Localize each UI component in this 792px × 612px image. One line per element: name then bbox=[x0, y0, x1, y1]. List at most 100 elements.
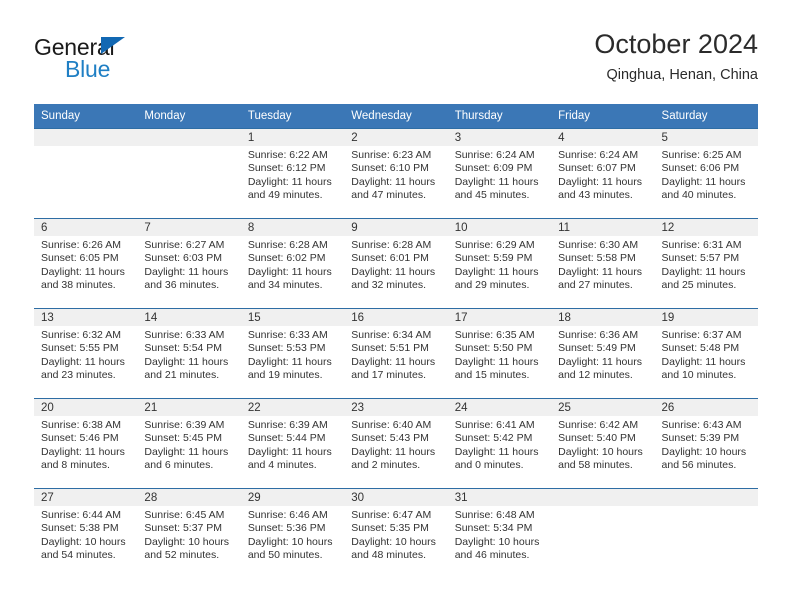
day-cell-inner: 7 Sunrise: 6:27 AM Sunset: 6:03 PM Daylight… bbox=[137, 219, 241, 307]
day-number: 4 bbox=[551, 129, 655, 146]
day-number: 14 bbox=[137, 309, 241, 326]
weekday-header-thursday: Thursday bbox=[447, 104, 552, 129]
sunset-text: Sunset: 5:34 PM bbox=[454, 522, 533, 535]
day-number bbox=[551, 489, 655, 506]
calendar-day-cell[interactable]: 21 Sunrise: 6:39 AM Sunset: 5:45 PM Dayligh… bbox=[137, 398, 241, 489]
calendar-day-cell-empty bbox=[34, 128, 138, 219]
day-number: 10 bbox=[447, 219, 552, 236]
calendar-day-cell[interactable]: 22 Sunrise: 6:39 AM Sunset: 5:44 PM Dayligh… bbox=[240, 398, 345, 489]
generalblue-logo[interactable]: General Blue bbox=[34, 34, 214, 90]
calendar-week-row: 1 Sunrise: 6:22 AM Sunset: 6:12 PM Daylight… bbox=[34, 128, 758, 219]
day-number: 3 bbox=[447, 129, 552, 146]
calendar-day-cell[interactable]: 4 Sunrise: 6:24 AM Sunset: 6:07 PM Daylight… bbox=[551, 128, 655, 219]
calendar-day-cell[interactable]: 13 Sunrise: 6:32 AM Sunset: 5:55 PM Dayligh… bbox=[34, 308, 138, 399]
calendar-day-cell[interactable]: 17 Sunrise: 6:35 AM Sunset: 5:50 PM Dayligh… bbox=[447, 308, 552, 399]
calendar-day-cell[interactable]: 15 Sunrise: 6:33 AM Sunset: 5:53 PM Dayligh… bbox=[240, 308, 345, 399]
sunrise-text: Sunrise: 6:41 AM bbox=[454, 419, 535, 431]
sunset-text: Sunset: 6:06 PM bbox=[661, 162, 740, 175]
sunrise-text: Sunrise: 6:39 AM bbox=[144, 419, 225, 431]
calendar-day-cell[interactable]: 30 Sunrise: 6:47 AM Sunset: 5:35 PM Dayligh… bbox=[344, 488, 448, 579]
calendar-day-cell[interactable]: 1 Sunrise: 6:22 AM Sunset: 6:12 PM Daylight… bbox=[240, 128, 345, 219]
day-cell-inner bbox=[137, 129, 241, 217]
calendar-day-cell[interactable]: 7 Sunrise: 6:27 AM Sunset: 6:03 PM Daylight… bbox=[137, 218, 241, 309]
calendar-day-cell[interactable]: 27 Sunrise: 6:44 AM Sunset: 5:38 PM Dayligh… bbox=[34, 488, 138, 579]
day-number: 8 bbox=[240, 219, 345, 236]
logo-text-blue: Blue bbox=[65, 56, 111, 82]
sunset-text: Sunset: 6:07 PM bbox=[558, 162, 636, 175]
sunrise-text: Sunrise: 6:35 AM bbox=[454, 329, 535, 341]
calendar-day-cell[interactable]: 10 Sunrise: 6:29 AM Sunset: 5:59 PM Dayligh… bbox=[447, 218, 552, 309]
day-cell-inner: 1 Sunrise: 6:22 AM Sunset: 6:12 PM Daylight… bbox=[240, 129, 345, 217]
day-cell-inner: 6 Sunrise: 6:26 AM Sunset: 6:05 PM Daylight… bbox=[34, 219, 138, 307]
sunset-text: Sunset: 5:59 PM bbox=[454, 252, 533, 265]
day-cell-inner: 26 Sunrise: 6:43 AM Sunset: 5:39 PM Dayligh… bbox=[654, 399, 758, 487]
calendar-day-cell[interactable]: 5 Sunrise: 6:25 AM Sunset: 6:06 PM Daylight… bbox=[654, 128, 758, 219]
daylight-text: Daylight: 11 hours and 45 minutes. bbox=[454, 175, 539, 202]
sunset-text: Sunset: 5:49 PM bbox=[558, 342, 636, 355]
sunset-text: Sunset: 5:51 PM bbox=[351, 342, 429, 355]
day-number: 16 bbox=[344, 309, 448, 326]
sunset-text: Sunset: 5:38 PM bbox=[41, 522, 119, 535]
sunset-text: Sunset: 5:55 PM bbox=[41, 342, 119, 355]
day-number: 15 bbox=[240, 309, 345, 326]
calendar-day-cell[interactable]: 26 Sunrise: 6:43 AM Sunset: 5:39 PM Dayligh… bbox=[654, 398, 758, 489]
calendar-day-cell[interactable]: 3 Sunrise: 6:24 AM Sunset: 6:09 PM Daylight… bbox=[447, 128, 552, 219]
calendar-day-cell[interactable]: 19 Sunrise: 6:37 AM Sunset: 5:48 PM Dayligh… bbox=[654, 308, 758, 399]
day-cell-inner bbox=[34, 129, 138, 217]
sunrise-text: Sunrise: 6:24 AM bbox=[454, 149, 535, 161]
calendar-day-cell[interactable]: 31 Sunrise: 6:48 AM Sunset: 5:34 PM Dayligh… bbox=[447, 488, 552, 579]
calendar-week-row: 20 Sunrise: 6:38 AM Sunset: 5:46 PM Dayligh… bbox=[34, 398, 758, 489]
daylight-text: Daylight: 10 hours and 46 minutes. bbox=[454, 535, 540, 562]
triangle-icon bbox=[101, 37, 125, 54]
daylight-text: Daylight: 11 hours and 17 minutes. bbox=[351, 355, 436, 382]
sunset-text: Sunset: 5:50 PM bbox=[454, 342, 533, 355]
sunset-text: Sunset: 6:05 PM bbox=[41, 252, 119, 265]
daylight-text: Daylight: 10 hours and 54 minutes. bbox=[41, 535, 126, 562]
calendar-day-cell[interactable]: 16 Sunrise: 6:34 AM Sunset: 5:51 PM Dayligh… bbox=[344, 308, 448, 399]
day-cell-inner: 27 Sunrise: 6:44 AM Sunset: 5:38 PM Dayligh… bbox=[34, 489, 138, 577]
day-details: Sunrise: 6:24 AM Sunset: 6:07 PM Daylight:… bbox=[551, 146, 654, 203]
calendar-day-cell[interactable]: 18 Sunrise: 6:36 AM Sunset: 5:49 PM Dayligh… bbox=[551, 308, 655, 399]
day-cell-inner: 3 Sunrise: 6:24 AM Sunset: 6:09 PM Daylight… bbox=[447, 129, 552, 217]
daylight-text: Daylight: 11 hours and 27 minutes. bbox=[558, 265, 642, 292]
calendar-day-cell[interactable]: 23 Sunrise: 6:40 AM Sunset: 5:43 PM Dayligh… bbox=[344, 398, 448, 489]
sunrise-text: Sunrise: 6:28 AM bbox=[247, 239, 328, 251]
sunrise-text: Sunrise: 6:44 AM bbox=[41, 509, 121, 521]
calendar-day-cell[interactable]: 29 Sunrise: 6:46 AM Sunset: 5:36 PM Dayligh… bbox=[240, 488, 345, 579]
day-number: 6 bbox=[34, 219, 138, 236]
sunrise-text: Sunrise: 6:33 AM bbox=[247, 329, 328, 341]
calendar-day-cell[interactable]: 12 Sunrise: 6:31 AM Sunset: 5:57 PM Dayligh… bbox=[654, 218, 758, 309]
day-number: 25 bbox=[551, 399, 655, 416]
sunrise-text: Sunrise: 6:24 AM bbox=[558, 149, 639, 161]
daylight-text: Daylight: 11 hours and 15 minutes. bbox=[454, 355, 539, 382]
calendar-day-cell[interactable]: 9 Sunrise: 6:28 AM Sunset: 6:01 PM Daylight… bbox=[344, 218, 448, 309]
day-number: 13 bbox=[34, 309, 138, 326]
daylight-text: Daylight: 10 hours and 56 minutes. bbox=[661, 445, 747, 472]
day-cell-inner: 14 Sunrise: 6:33 AM Sunset: 5:54 PM Dayligh… bbox=[137, 309, 241, 397]
sunrise-text: Sunrise: 6:45 AM bbox=[144, 509, 225, 521]
sunrise-text: Sunrise: 6:27 AM bbox=[144, 239, 225, 251]
calendar-day-cell[interactable]: 2 Sunrise: 6:23 AM Sunset: 6:10 PM Daylight… bbox=[344, 128, 448, 219]
calendar-day-cell[interactable]: 28 Sunrise: 6:45 AM Sunset: 5:37 PM Dayligh… bbox=[137, 488, 241, 579]
day-cell-inner: 9 Sunrise: 6:28 AM Sunset: 6:01 PM Daylight… bbox=[344, 219, 448, 307]
day-cell-inner: 29 Sunrise: 6:46 AM Sunset: 5:36 PM Dayligh… bbox=[240, 489, 345, 577]
calendar-day-cell[interactable]: 14 Sunrise: 6:33 AM Sunset: 5:54 PM Dayligh… bbox=[137, 308, 241, 399]
sunrise-text: Sunrise: 6:42 AM bbox=[558, 419, 639, 431]
calendar-day-cell[interactable]: 6 Sunrise: 6:26 AM Sunset: 6:05 PM Daylight… bbox=[34, 218, 138, 309]
sunrise-text: Sunrise: 6:48 AM bbox=[454, 509, 535, 521]
calendar-day-cell[interactable]: 24 Sunrise: 6:41 AM Sunset: 5:42 PM Dayligh… bbox=[447, 398, 552, 489]
sunset-text: Sunset: 5:45 PM bbox=[144, 432, 223, 445]
sunset-text: Sunset: 5:40 PM bbox=[558, 432, 636, 445]
day-number bbox=[137, 129, 241, 146]
sunset-text: Sunset: 6:02 PM bbox=[247, 252, 326, 265]
calendar-day-cell[interactable]: 11 Sunrise: 6:30 AM Sunset: 5:58 PM Dayligh… bbox=[551, 218, 655, 309]
sunrise-text: Sunrise: 6:29 AM bbox=[454, 239, 535, 251]
day-cell-inner: 25 Sunrise: 6:42 AM Sunset: 5:40 PM Dayligh… bbox=[551, 399, 655, 487]
day-number: 17 bbox=[447, 309, 552, 326]
calendar-day-cell[interactable]: 8 Sunrise: 6:28 AM Sunset: 6:02 PM Daylight… bbox=[240, 218, 345, 309]
day-cell-inner: 12 Sunrise: 6:31 AM Sunset: 5:57 PM Dayligh… bbox=[654, 219, 758, 307]
day-cell-inner: 31 Sunrise: 6:48 AM Sunset: 5:34 PM Dayligh… bbox=[447, 489, 552, 577]
weekday-header-row: Sunday Monday Tuesday Wednesday Thursday… bbox=[34, 104, 758, 129]
calendar-day-cell[interactable]: 25 Sunrise: 6:42 AM Sunset: 5:40 PM Dayligh… bbox=[551, 398, 655, 489]
calendar-day-cell[interactable]: 20 Sunrise: 6:38 AM Sunset: 5:46 PM Dayligh… bbox=[34, 398, 138, 489]
